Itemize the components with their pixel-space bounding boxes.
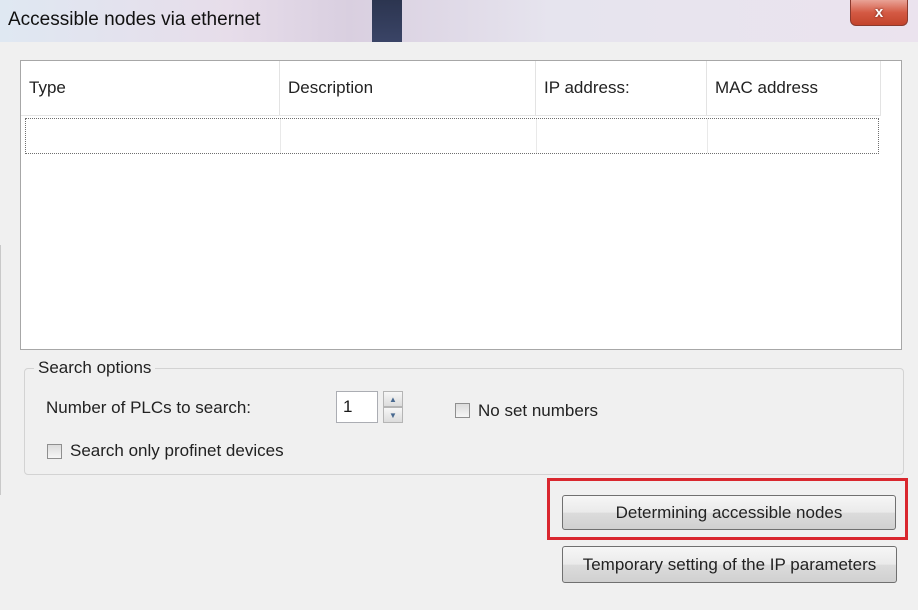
temporary-ip-settings-button[interactable]: Temporary setting of the IP parameters — [562, 546, 897, 583]
column-header-type[interactable]: Type — [21, 61, 280, 115]
plc-count-input[interactable]: 1 — [336, 391, 378, 423]
row-separator — [536, 119, 537, 153]
determine-accessible-nodes-button[interactable]: Determining accessible nodes — [562, 495, 896, 530]
spin-down-button[interactable]: ▼ — [383, 407, 403, 423]
close-icon: x — [874, 4, 884, 21]
no-set-numbers-checkbox[interactable] — [455, 403, 470, 418]
list-row-selected[interactable] — [25, 118, 879, 154]
close-button[interactable]: x — [850, 0, 908, 26]
arrow-down-icon: ▼ — [389, 410, 397, 420]
title-bar: Accessible nodes via ethernet x — [0, 0, 918, 42]
window-title: Accessible nodes via ethernet — [8, 9, 261, 30]
title-bar-decoration — [372, 0, 402, 42]
profinet-only-label: Search only profinet devices — [70, 441, 284, 460]
nodes-list[interactable]: Type Description IP address: MAC address — [20, 60, 902, 350]
column-header-description[interactable]: Description — [280, 61, 536, 115]
no-set-numbers-label: No set numbers — [478, 401, 598, 420]
list-header: Type Description IP address: MAC address — [21, 61, 881, 116]
plc-count-spinner: ▲ ▼ — [383, 391, 403, 423]
row-separator — [280, 119, 281, 153]
column-header-ip-address[interactable]: IP address: — [536, 61, 707, 115]
plc-count-label: Number of PLCs to search: — [46, 398, 252, 417]
arrow-up-icon: ▲ — [389, 394, 397, 404]
spin-up-button[interactable]: ▲ — [383, 391, 403, 407]
column-header-mac-address[interactable]: MAC address — [707, 61, 881, 115]
profinet-only-checkbox[interactable] — [47, 444, 62, 459]
row-separator — [707, 119, 708, 153]
search-options-legend: Search options — [34, 358, 156, 378]
window-left-edge — [0, 245, 1, 495]
